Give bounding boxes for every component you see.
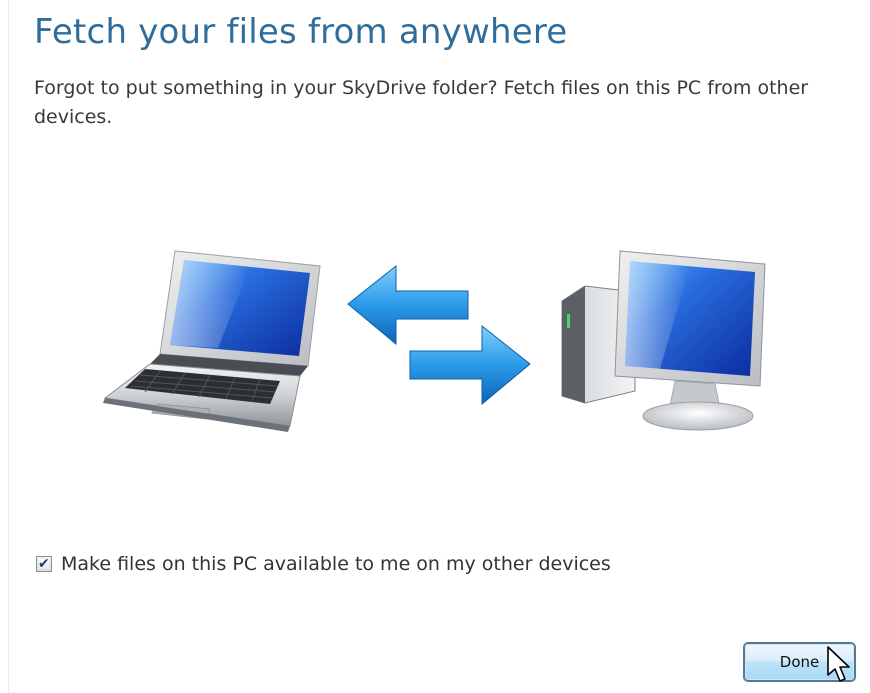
make-files-available-option[interactable]: ✔ Make files on this PC available to me … [36,553,611,575]
desktop-pc-icon [561,250,766,431]
make-files-available-label[interactable]: Make files on this PC available to me on… [61,553,611,575]
sync-arrows-icon [347,264,531,406]
done-button[interactable]: Done [744,643,855,681]
page-description: Forgot to put something in your SkyDrive… [34,77,809,128]
dialog-left-border [8,0,9,693]
page-title: Fetch your files from anywhere [34,12,568,52]
checkmark-icon: ✔ [38,556,50,572]
make-files-available-checkbox[interactable]: ✔ [36,556,52,572]
laptop-icon [103,250,321,432]
skydrive-setup-dialog: Fetch your files from anywhere Forgot to… [0,0,870,693]
device-sync-illustration [103,250,766,432]
